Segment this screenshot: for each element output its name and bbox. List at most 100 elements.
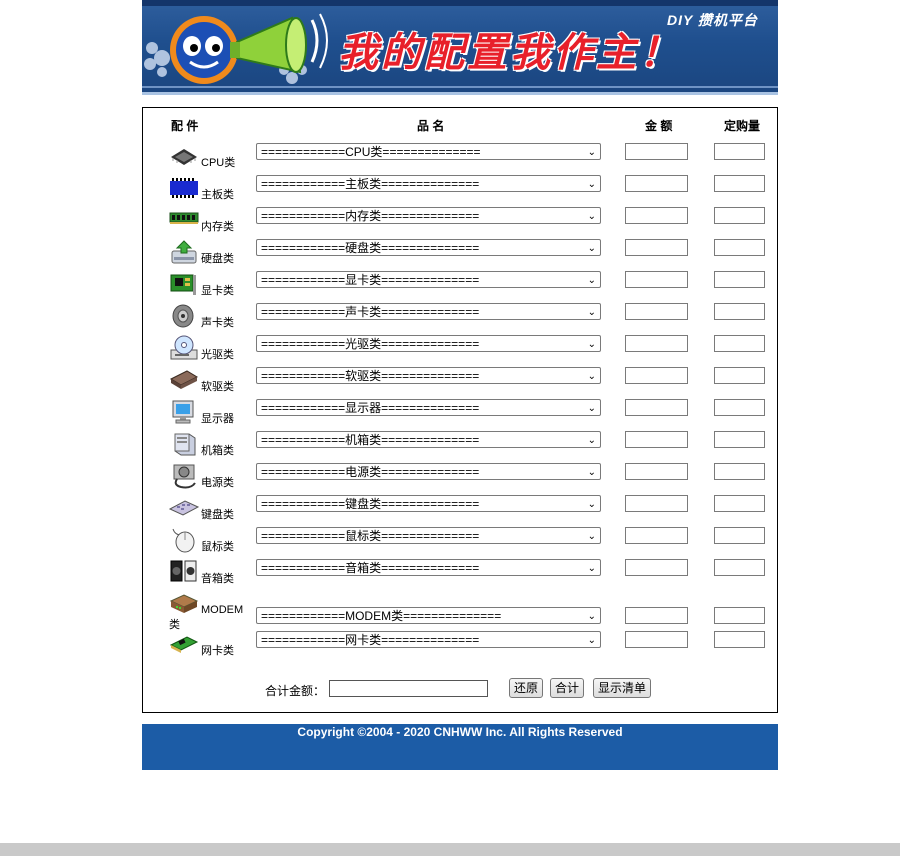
- part-label: 光驱类: [201, 349, 234, 361]
- quantity-input[interactable]: [714, 271, 765, 288]
- part-label: CPU类: [201, 157, 236, 169]
- part-row-modem: MODEM类 ============MODEM类============== ⌄: [143, 591, 777, 631]
- price-input[interactable]: [625, 527, 688, 544]
- product-select[interactable]: ============内存类============== ⌄: [256, 207, 601, 224]
- price-input[interactable]: [625, 335, 688, 352]
- product-select-value: ============显卡类==============: [261, 273, 480, 287]
- footer: Copyright ©2004 - 2020 CNHWW Inc. All Ri…: [142, 724, 778, 770]
- product-select[interactable]: ============硬盘类============== ⌄: [256, 239, 601, 256]
- product-select[interactable]: ============声卡类============== ⌄: [256, 303, 601, 320]
- sum-button[interactable]: 合计: [550, 678, 585, 698]
- quantity-input[interactable]: [714, 495, 765, 512]
- product-select[interactable]: ============音箱类============== ⌄: [256, 559, 601, 576]
- price-input[interactable]: [625, 175, 688, 192]
- product-select[interactable]: ============光驱类============== ⌄: [256, 335, 601, 352]
- chevron-down-icon: ⌄: [587, 611, 596, 622]
- price-input[interactable]: [625, 559, 688, 576]
- product-select[interactable]: ============机箱类============== ⌄: [256, 431, 601, 448]
- quantity-input[interactable]: [714, 463, 765, 480]
- product-select-value: ============电源类==============: [261, 465, 480, 479]
- memory-icon: [169, 207, 199, 233]
- configuration-form: 配 件 品 名 金 额 定购量 CPU类 ============CPU类====…: [142, 107, 778, 713]
- price-input[interactable]: [625, 431, 688, 448]
- part-row-keyboard: 键盘类 ============键盘类============== ⌄: [143, 495, 777, 527]
- keyboard-icon: [169, 495, 199, 521]
- product-select[interactable]: ============CPU类============== ⌄: [256, 143, 601, 160]
- part-row-motherboard: 主板类 ============主板类============== ⌄: [143, 175, 777, 207]
- part-row-power-supply: 电源类 ============电源类============== ⌄: [143, 463, 777, 495]
- product-select-value: ============内存类==============: [261, 209, 480, 223]
- quantity-input[interactable]: [714, 431, 765, 448]
- quantity-input[interactable]: [714, 207, 765, 224]
- product-select[interactable]: ============键盘类============== ⌄: [256, 495, 601, 512]
- speaker-icon: [169, 303, 199, 329]
- product-select[interactable]: ============软驱类============== ⌄: [256, 367, 601, 384]
- cdrom-icon: [169, 335, 199, 361]
- product-select-value: ============主板类==============: [261, 177, 480, 191]
- quantity-input[interactable]: [714, 631, 765, 648]
- price-input[interactable]: [625, 399, 688, 416]
- product-select-value: ============光驱类==============: [261, 337, 480, 351]
- price-input[interactable]: [625, 271, 688, 288]
- footer-copyright: Copyright ©2004 - 2020 CNHWW Inc. All Ri…: [297, 725, 623, 739]
- price-input[interactable]: [625, 463, 688, 480]
- product-select-value: ============硬盘类==============: [261, 241, 480, 255]
- price-input[interactable]: [625, 367, 688, 384]
- product-select-value: ============MODEM类==============: [261, 609, 502, 623]
- quantity-input[interactable]: [714, 559, 765, 576]
- part-label: 声卡类: [201, 317, 234, 329]
- mascot-megaphone-icon: [144, 13, 328, 84]
- product-select[interactable]: ============电源类============== ⌄: [256, 463, 601, 480]
- product-select[interactable]: ============显示器============== ⌄: [256, 399, 601, 416]
- part-label: 键盘类: [201, 509, 234, 521]
- quantity-input[interactable]: [714, 367, 765, 384]
- price-input[interactable]: [625, 631, 688, 648]
- price-input[interactable]: [625, 239, 688, 256]
- quantity-input[interactable]: [714, 527, 765, 544]
- chevron-down-icon: ⌄: [587, 147, 596, 158]
- quantity-input[interactable]: [714, 607, 765, 624]
- part-row-cdrom: 光驱类 ============光驱类============== ⌄: [143, 335, 777, 367]
- total-amount-field[interactable]: [329, 680, 488, 697]
- quantity-input[interactable]: [714, 335, 765, 352]
- quantity-input[interactable]: [714, 303, 765, 320]
- product-select[interactable]: ============MODEM类============== ⌄: [256, 607, 601, 624]
- product-select[interactable]: ============显卡类============== ⌄: [256, 271, 601, 288]
- product-select[interactable]: ============鼠标类============== ⌄: [256, 527, 601, 544]
- product-select[interactable]: ============网卡类============== ⌄: [256, 631, 601, 648]
- quantity-input[interactable]: [714, 143, 765, 160]
- chevron-down-icon: ⌄: [587, 243, 596, 254]
- part-row-case: 机箱类 ============机箱类============== ⌄: [143, 431, 777, 463]
- quantity-input[interactable]: [714, 175, 765, 192]
- product-select[interactable]: ============主板类============== ⌄: [256, 175, 601, 192]
- part-label: 电源类: [201, 477, 234, 489]
- product-select-value: ============机箱类==============: [261, 433, 480, 447]
- chevron-down-icon: ⌄: [587, 275, 596, 286]
- part-row-cpu: CPU类 ============CPU类============== ⌄: [143, 143, 777, 175]
- show-list-button[interactable]: 显示清单: [593, 678, 652, 698]
- part-row-sound-card: 声卡类 ============声卡类============== ⌄: [143, 303, 777, 335]
- price-input[interactable]: [625, 495, 688, 512]
- chevron-down-icon: ⌄: [587, 467, 596, 478]
- price-input[interactable]: [625, 607, 688, 624]
- reset-button[interactable]: 还原: [509, 678, 544, 698]
- part-label: 网卡类: [201, 645, 234, 657]
- mouse-icon: [169, 527, 199, 553]
- power-supply-icon: [169, 463, 199, 489]
- product-select-value: ============音箱类==============: [261, 561, 480, 575]
- quantity-input[interactable]: [714, 239, 765, 256]
- price-input[interactable]: [625, 143, 688, 160]
- product-select-value: ============CPU类==============: [261, 145, 481, 159]
- chevron-down-icon: ⌄: [587, 339, 596, 350]
- price-input[interactable]: [625, 207, 688, 224]
- chevron-down-icon: ⌄: [587, 179, 596, 190]
- product-select-value: ============鼠标类==============: [261, 529, 480, 543]
- price-input[interactable]: [625, 303, 688, 320]
- part-label: 软驱类: [201, 381, 234, 393]
- monitor-icon: [169, 399, 199, 425]
- chevron-down-icon: ⌄: [587, 307, 596, 318]
- part-label: MODEM类: [169, 604, 244, 631]
- part-label: 硬盘类: [201, 253, 234, 265]
- part-row-network-card: 网卡类 ============网卡类============== ⌄: [143, 631, 777, 663]
- quantity-input[interactable]: [714, 399, 765, 416]
